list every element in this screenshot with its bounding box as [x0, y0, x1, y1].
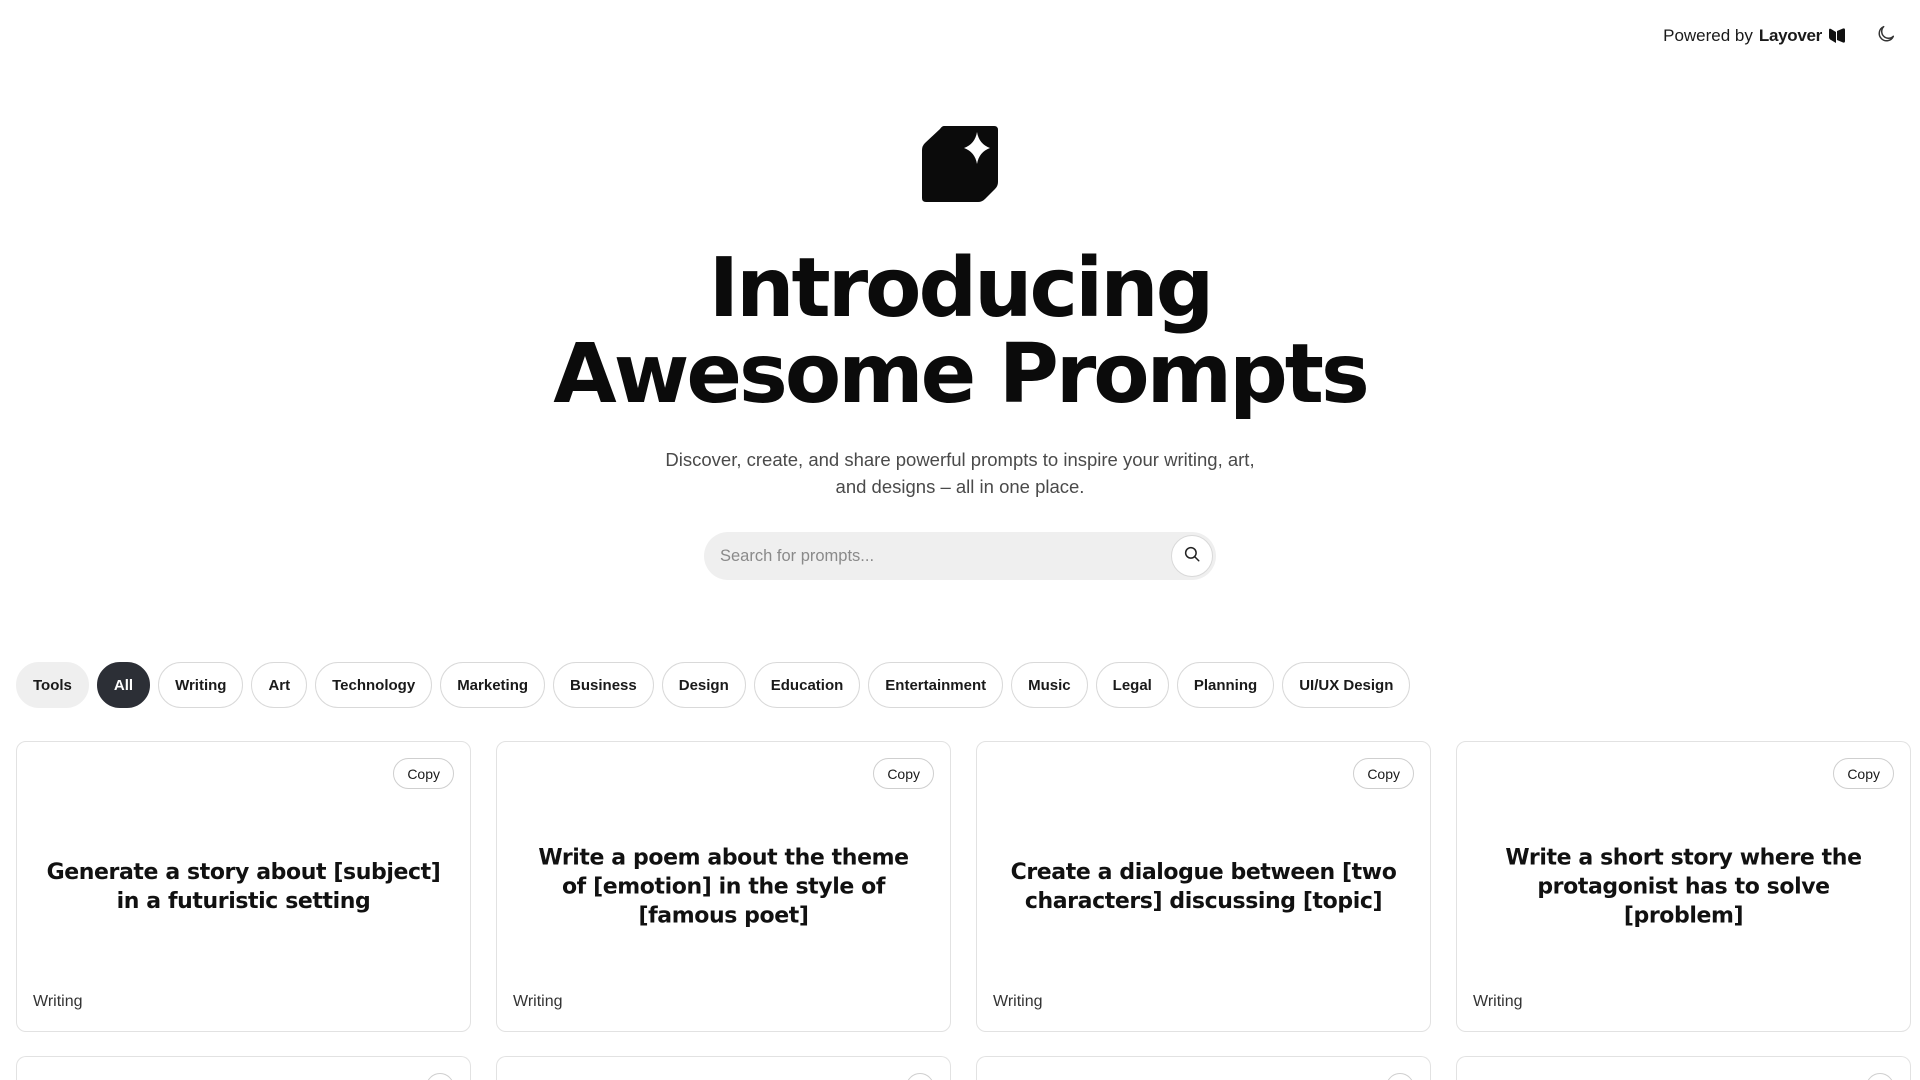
- prompt-category: Writing: [1473, 993, 1523, 1010]
- copy-button-partial[interactable]: [426, 1073, 454, 1080]
- filter-chip-design[interactable]: Design: [661, 662, 746, 708]
- hero-section: Introducing Awesome Prompts Discover, cr…: [0, 126, 1920, 580]
- filter-chip-ui-ux-design[interactable]: UI/UX Design: [1282, 662, 1411, 708]
- copy-button-partial[interactable]: [906, 1073, 934, 1080]
- filter-chip-education[interactable]: Education: [753, 662, 861, 708]
- copy-button[interactable]: Copy: [873, 758, 934, 789]
- prompt-card[interactable]: Copy Generate a story about [subject] in…: [16, 741, 471, 1032]
- prompt-text: Create a dialogue between [two character…: [1010, 859, 1397, 914]
- filter-chip-all[interactable]: All: [96, 662, 151, 708]
- title-line-1: Introducing: [708, 241, 1215, 336]
- title-line-2: Awesome Prompts: [553, 327, 1370, 422]
- prompt-card[interactable]: Copy Create a dialogue between [two char…: [976, 741, 1431, 1032]
- prompt-text: Generate a story about [subject] in a fu…: [46, 859, 441, 914]
- filter-chip-legal[interactable]: Legal: [1095, 662, 1169, 708]
- filter-chip-planning[interactable]: Planning: [1176, 662, 1275, 708]
- filter-chip-business[interactable]: Business: [553, 662, 654, 708]
- filter-chip-entertainment[interactable]: Entertainment: [868, 662, 1004, 708]
- prompt-category: Writing: [513, 993, 563, 1010]
- prompt-category: Writing: [993, 993, 1043, 1010]
- prompt-text: Write a short story where the protagonis…: [1505, 845, 1862, 928]
- prompt-card[interactable]: Copy Write a poem about the theme of [em…: [496, 741, 951, 1032]
- sparkle-note-icon: [922, 126, 998, 202]
- filter-chip-technology[interactable]: Technology: [315, 662, 433, 708]
- prompt-card-partial[interactable]: [496, 1056, 951, 1080]
- copy-button-partial[interactable]: [1866, 1073, 1894, 1080]
- theme-toggle-button[interactable]: [1872, 22, 1900, 50]
- prompt-text: Write a poem about the theme of [emotion…: [538, 845, 909, 928]
- copy-button[interactable]: Copy: [1833, 758, 1894, 789]
- brand-name: Layover: [1758, 26, 1822, 45]
- prompt-card-partial[interactable]: [16, 1056, 471, 1080]
- filter-chip-marketing[interactable]: Marketing: [440, 662, 546, 708]
- page-title: Introducing Awesome Prompts: [553, 241, 1370, 422]
- filter-chip-writing[interactable]: Writing: [158, 662, 244, 708]
- search-input[interactable]: [704, 532, 1216, 580]
- prompt-card-partial[interactable]: [976, 1056, 1431, 1080]
- tools-button[interactable]: Tools: [16, 662, 89, 708]
- filter-chip-art[interactable]: Art: [251, 662, 308, 708]
- search-bar: [704, 532, 1216, 580]
- copy-button[interactable]: Copy: [1353, 758, 1414, 789]
- copy-button[interactable]: Copy: [393, 758, 454, 789]
- page-subtitle: Discover, create, and share powerful pro…: [665, 449, 1255, 497]
- prompt-category: Writing: [33, 993, 83, 1010]
- top-bar: Powered by Layover: [1663, 22, 1900, 50]
- powered-by-link[interactable]: Powered by Layover: [1663, 26, 1846, 46]
- filter-chip-music[interactable]: Music: [1011, 662, 1088, 708]
- search-button[interactable]: [1171, 535, 1213, 577]
- copy-button-partial[interactable]: [1386, 1073, 1414, 1080]
- layover-logo-icon: [1828, 28, 1846, 44]
- prompt-card-partial[interactable]: [1456, 1056, 1911, 1080]
- search-icon: [1183, 545, 1201, 568]
- prompt-card[interactable]: Copy Write a short story where the prota…: [1456, 741, 1911, 1032]
- prompt-grid: Copy Generate a story about [subject] in…: [16, 741, 1912, 1080]
- powered-by-label: Powered by: [1663, 26, 1753, 45]
- moon-icon: [1875, 23, 1897, 50]
- category-filters: Tools All Writing Art Technology Marketi…: [16, 662, 1411, 708]
